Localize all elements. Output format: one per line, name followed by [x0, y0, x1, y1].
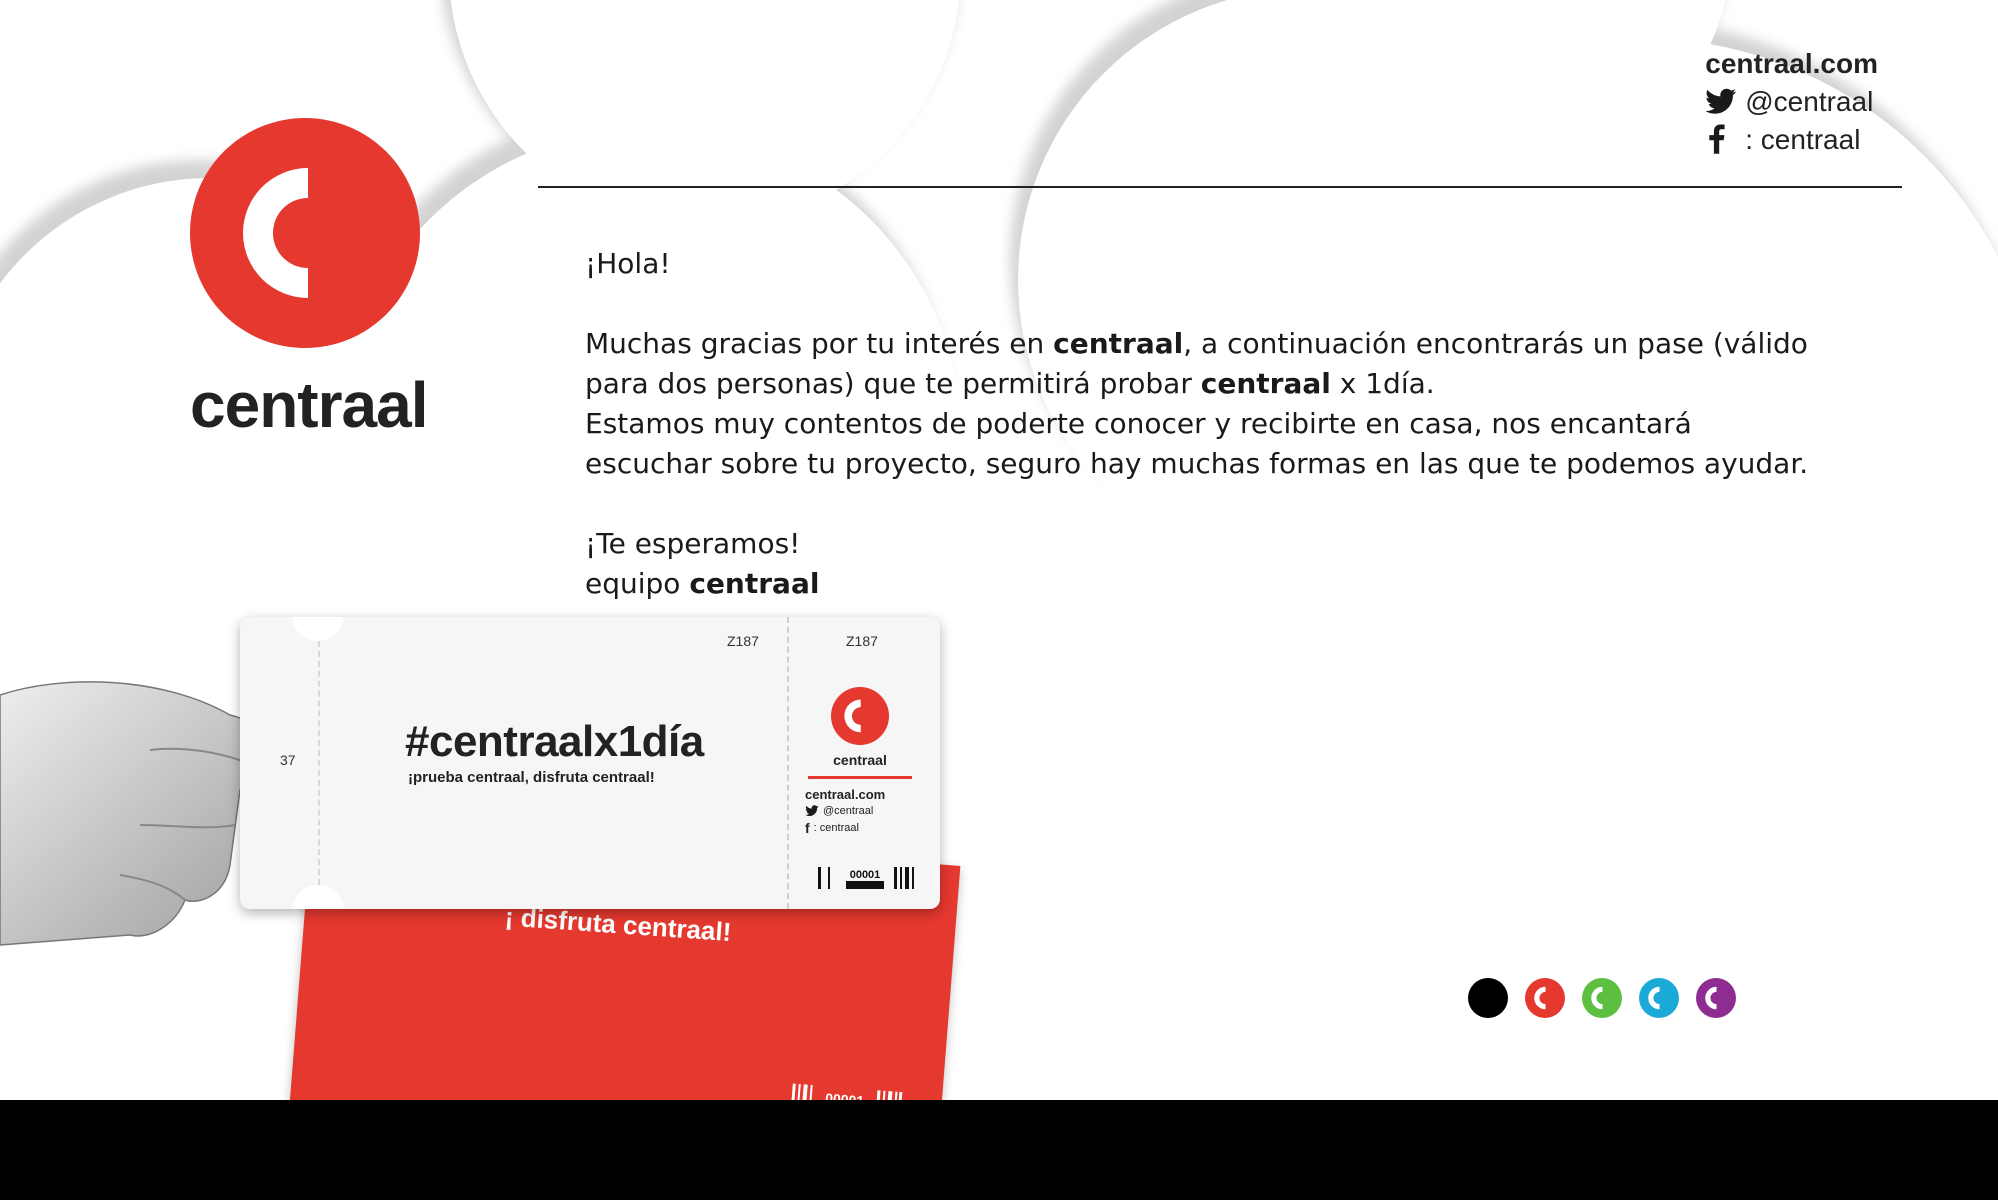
- letter-paragraph-2: Estamos muy contentos de poderte conocer…: [585, 407, 1809, 480]
- color-dot-red: [1525, 978, 1565, 1018]
- contact-info: centraal.com @centraal : centraal: [1705, 48, 1878, 156]
- color-dot-purple: [1696, 978, 1736, 1018]
- twitter-bird-icon: [805, 805, 819, 817]
- website-link[interactable]: centraal.com: [1705, 48, 1878, 80]
- ticket-front: Z187 Z187 37 #centraalx1día ¡prueba cent…: [240, 617, 940, 909]
- color-dot-blue: [1639, 978, 1679, 1018]
- stub-barcode-number: 00001: [850, 869, 881, 881]
- color-variants: [1468, 978, 1736, 1018]
- c-mark-icon: [1534, 986, 1546, 1010]
- brand-logo: centraal: [190, 118, 428, 441]
- signature: equipo centraal: [585, 567, 820, 600]
- letter-paragraph-1: Muchas gracias por tu interés en centraa…: [585, 327, 1808, 400]
- stub-perforation: [787, 617, 789, 909]
- facebook-f-icon: f: [805, 820, 810, 836]
- color-dot-green: [1582, 978, 1622, 1018]
- perforation-line: [318, 641, 320, 885]
- twitter-bird-icon: [1705, 88, 1737, 114]
- c-mark-icon: [831, 687, 889, 745]
- facebook-handle: : centraal: [1745, 124, 1861, 155]
- brand-name: centraal: [190, 369, 428, 441]
- footer-bar: [0, 1100, 1998, 1200]
- closing: ¡Te esperamos!: [585, 527, 801, 560]
- ticket-stub: centraal centraal.com @centraal f : cent…: [805, 687, 915, 836]
- c-mark-icon: [1648, 986, 1660, 1010]
- stub-facebook-row: f : centraal: [805, 820, 859, 836]
- ticket-serial: Z187: [727, 633, 759, 649]
- c-mark-icon: [190, 118, 420, 348]
- stub-serial: Z187: [846, 633, 878, 649]
- facebook-f-icon: [1709, 124, 1725, 154]
- stub-website: centraal.com: [805, 787, 886, 802]
- greeting: ¡Hola!: [585, 247, 671, 280]
- c-mark-icon: [1591, 986, 1603, 1010]
- twitter-row[interactable]: @centraal: [1705, 86, 1878, 118]
- c-mark-icon: [1705, 986, 1717, 1010]
- ticket-hashtag: #centraalx1día: [405, 717, 704, 766]
- stub-divider: [808, 776, 912, 779]
- stub-brand-name: centraal: [833, 752, 887, 768]
- stub-barcode-icon: 00001: [818, 867, 914, 889]
- twitter-handle: @centraal: [1745, 86, 1874, 117]
- stub-twitter-row: @centraal: [805, 805, 915, 817]
- ticket-tagline: ¡prueba centraal, disfruta centraal!: [408, 769, 655, 786]
- ticket-serial-partial: 37: [280, 752, 296, 768]
- letter-body: ¡Hola! Muchas gracias por tu interés en …: [585, 244, 1825, 604]
- facebook-row[interactable]: : centraal: [1705, 124, 1878, 156]
- color-dot-black: [1468, 978, 1508, 1018]
- divider: [538, 186, 1902, 188]
